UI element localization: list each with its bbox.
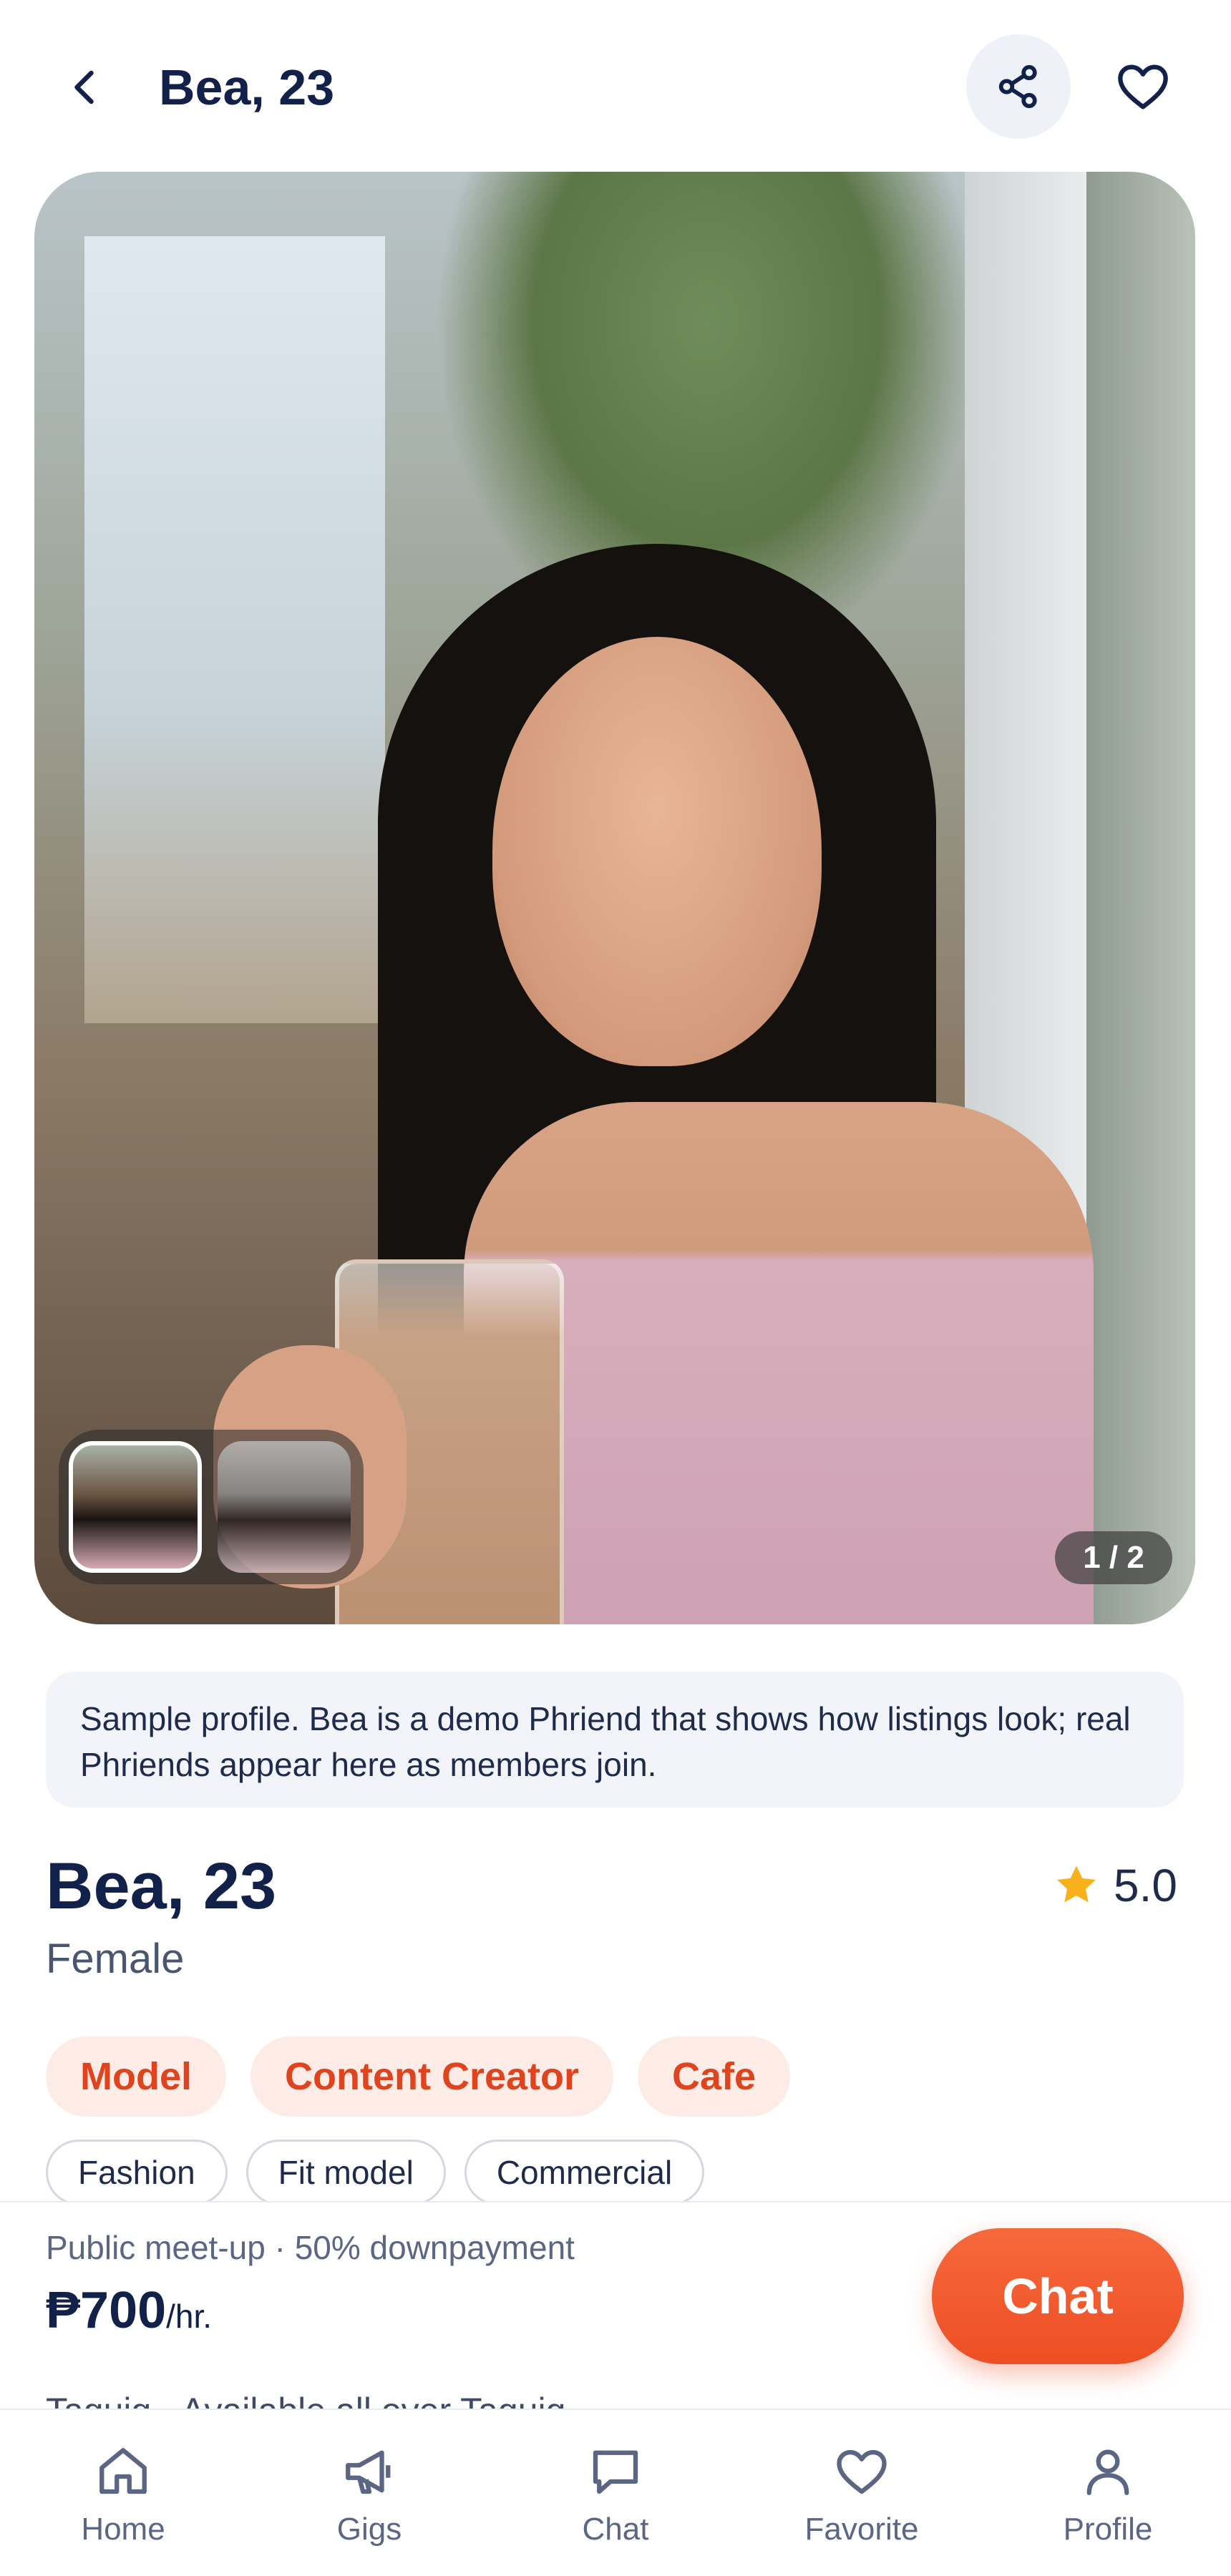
booking-terms: Public meet-up · 50% downpayment [46,2229,575,2266]
heart-icon [1118,64,1168,109]
heart-icon [837,2449,887,2494]
profile-gender: Female [46,1936,185,1982]
tag-chip[interactable]: Commercial [464,2140,705,2205]
price-unit: /hr. [166,2298,213,2335]
tab-gigs[interactable]: Gigs [246,2410,492,2576]
megaphone-icon [346,2450,391,2494]
tag-chip[interactable]: Fashion [46,2140,228,2205]
share-icon [998,64,1037,109]
photo-background-window [84,236,385,1023]
favorite-button[interactable] [1091,34,1195,139]
price-amount: ₱700 [46,2282,167,2339]
photo-thumbnail-1[interactable] [69,1441,202,1573]
home-icon [99,2448,147,2494]
tab-favorite[interactable]: Favorite [739,2410,985,2576]
tab-label: Profile [1063,2512,1153,2547]
rating-value: 5.0 [1114,1860,1177,1911]
tab-label: Favorite [804,2512,919,2547]
photo-thumbnail-2[interactable] [218,1441,351,1573]
tag-chip[interactable]: Model [46,2036,226,2117]
sample-profile-notice: Sample profile. Bea is a demo Phriend th… [46,1672,1184,1807]
photo-background-edge [1086,172,1195,1624]
back-button[interactable] [56,57,116,117]
chevron-left-icon [74,70,94,104]
tab-chat[interactable]: Chat [492,2410,739,2576]
tab-home[interactable]: Home [0,2410,246,2576]
tab-label: Home [81,2512,165,2547]
tag-chip[interactable]: Cafe [638,2036,791,2117]
photo-counter: 1 / 2 [1055,1531,1172,1584]
page-title: Bea, 23 [159,59,335,115]
share-button[interactable] [966,34,1071,139]
person-icon [1086,2449,1129,2495]
tab-profile[interactable]: Profile [985,2410,1231,2576]
tab-label: Gigs [336,2512,402,2547]
rating: 5.0 [1052,1853,1177,1918]
bottom-tab-bar: Home Gigs Chat Favorite Profile [0,2409,1231,2576]
photo-subject-face [492,637,822,1066]
booking-bar: Public meet-up · 50% downpayment ₱700/hr… [0,2201,1231,2431]
price: ₱700/hr. [46,2281,212,2340]
tab-label: Chat [582,2512,649,2547]
tag-chip[interactable]: Content Creator [250,2036,614,2117]
profile-name: Bea, 23 [46,1850,277,1923]
top-app-bar: Bea, 23 [0,0,1231,169]
secondary-tags: Fashion Fit model Commercial [46,2140,705,2205]
star-icon [1057,1865,1096,1903]
chat-button[interactable]: Chat [932,2228,1184,2364]
profile-photo[interactable]: 1 / 2 [34,172,1195,1624]
primary-tags: Model Content Creator Cafe [46,2036,791,2117]
chat-bubble-icon [593,2450,638,2494]
photo-thumbnail-strip [59,1430,364,1584]
tag-chip[interactable]: Fit model [245,2140,446,2205]
